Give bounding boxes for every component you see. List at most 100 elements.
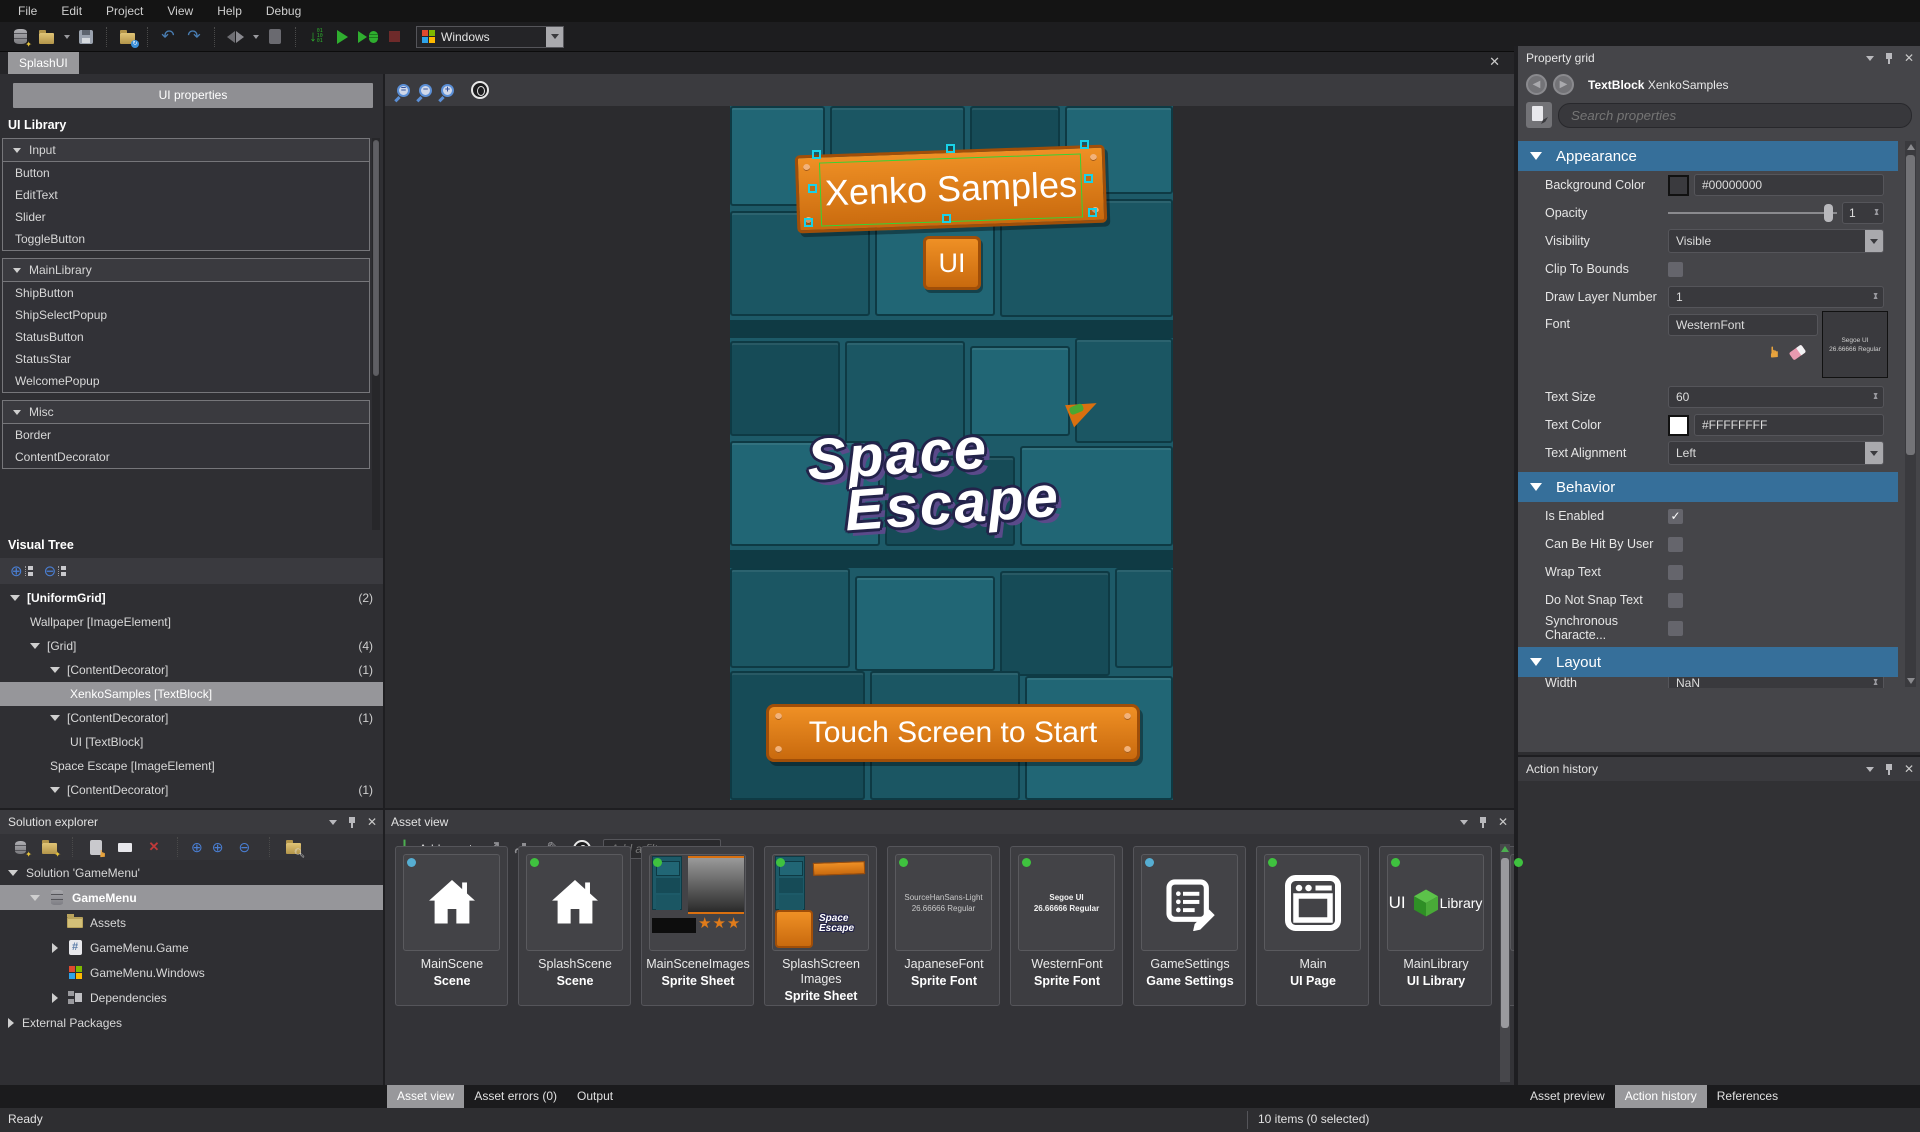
canvas-viewport[interactable]: Xenko Samples UI Space Escape Touch Scre… bbox=[383, 106, 1514, 808]
tab-splashui[interactable]: SplashUI bbox=[8, 52, 79, 74]
asset-tile[interactable]: ★★★ MainSceneImages Sprite Sheet bbox=[641, 846, 754, 1006]
nav-back-icon[interactable]: ◀ bbox=[1526, 74, 1547, 95]
new-project-icon[interactable]: ✦ bbox=[10, 27, 32, 48]
chevron-down-icon[interactable] bbox=[1865, 230, 1883, 252]
menu-help[interactable]: Help bbox=[205, 0, 254, 22]
section-behavior[interactable]: Behavior bbox=[1518, 472, 1898, 502]
solution-row[interactable]: # GameMenu.Game bbox=[0, 935, 383, 960]
library-group-header[interactable]: MainLibrary bbox=[3, 259, 369, 282]
pin-icon[interactable] bbox=[1885, 763, 1893, 775]
text-alignment-dropdown[interactable]: Left bbox=[1668, 441, 1884, 465]
tab-asset-preview[interactable]: Asset preview bbox=[1520, 1085, 1615, 1108]
close-icon[interactable]: ✕ bbox=[367, 816, 377, 828]
visual-tree-row[interactable]: [ContentDecorator] (1) bbox=[0, 706, 383, 730]
new-folder-icon[interactable]: ✦ bbox=[39, 837, 61, 859]
zoom-fit-icon[interactable]: = bbox=[397, 83, 410, 97]
tab-asset-errors-0-[interactable]: Asset errors (0) bbox=[464, 1085, 567, 1108]
expand-tree-icon[interactable]: ⊕ bbox=[191, 839, 203, 856]
opacity-value[interactable]: 1 bbox=[1842, 202, 1884, 224]
font-field[interactable]: WesternFont bbox=[1668, 314, 1818, 336]
panel-menu-icon[interactable] bbox=[328, 819, 337, 825]
run-icon[interactable] bbox=[332, 27, 352, 47]
library-item-contentdecorator[interactable]: ContentDecorator bbox=[3, 446, 369, 468]
visual-tree-row[interactable]: [ContentDecorator] (1) bbox=[0, 658, 383, 682]
opacity-slider[interactable] bbox=[1668, 202, 1837, 224]
section-appearance[interactable]: Appearance bbox=[1518, 141, 1898, 171]
chevron-down-icon[interactable] bbox=[1865, 442, 1883, 464]
collapse-all-icon[interactable]: ⊖ bbox=[44, 562, 67, 580]
platform-select[interactable]: Windows bbox=[416, 25, 564, 48]
tab-action-history[interactable]: Action history bbox=[1614, 1085, 1707, 1108]
library-item-welcomepopup[interactable]: WelcomePopup bbox=[3, 370, 369, 392]
visual-tree-row[interactable]: [ContentDecorator] (1) bbox=[0, 778, 383, 802]
ui-properties-button[interactable]: UI properties bbox=[13, 83, 373, 108]
zoom-out-icon[interactable]: − bbox=[419, 83, 432, 97]
text-color-field[interactable]: #FFFFFFFF bbox=[1694, 414, 1884, 436]
expand-files-icon[interactable]: ⊕ bbox=[212, 839, 230, 856]
xenko-dropdown-icon[interactable] bbox=[253, 34, 259, 39]
pin-icon[interactable] bbox=[1479, 816, 1487, 828]
property-grid-scrollbar[interactable] bbox=[1905, 141, 1916, 687]
expander-icon[interactable] bbox=[8, 1017, 14, 1028]
color-swatch[interactable] bbox=[1668, 414, 1689, 436]
new-project-icon[interactable]: ✦ bbox=[10, 837, 32, 859]
solution-row[interactable]: External Packages bbox=[0, 1010, 383, 1035]
visual-tree-row[interactable]: [UniformGrid] (2) bbox=[0, 586, 383, 610]
background-color-field[interactable]: #00000000 bbox=[1694, 174, 1884, 196]
panel-menu-icon[interactable] bbox=[1865, 766, 1874, 772]
synchronous-checkbox[interactable] bbox=[1668, 620, 1683, 636]
space-escape-logo[interactable]: Space Escape bbox=[778, 393, 1127, 575]
solution-row[interactable]: GameMenu bbox=[0, 885, 383, 910]
asset-tile[interactable]: MainScene Scene bbox=[395, 846, 508, 1006]
menu-file[interactable]: File bbox=[6, 0, 49, 22]
debug-icon[interactable] bbox=[358, 27, 378, 47]
pin-icon[interactable] bbox=[348, 816, 356, 828]
delete-icon[interactable]: ✕ bbox=[144, 837, 164, 857]
asset-tile[interactable]: SplashScene Scene bbox=[518, 846, 631, 1006]
asset-tile[interactable]: Main UI Page bbox=[1256, 846, 1369, 1006]
library-item-button[interactable]: Button bbox=[3, 162, 369, 184]
properties-icon[interactable] bbox=[115, 837, 135, 857]
zoom-in-icon[interactable]: + bbox=[441, 83, 454, 97]
build-icon[interactable]: ↓ 01 10 01 bbox=[306, 27, 326, 47]
solution-row[interactable]: Dependencies bbox=[0, 985, 383, 1010]
visibility-toggle-icon[interactable] bbox=[471, 81, 489, 99]
close-icon[interactable]: ✕ bbox=[1904, 52, 1914, 64]
expander-icon[interactable] bbox=[50, 715, 60, 721]
can-be-hit-checkbox[interactable] bbox=[1668, 536, 1683, 552]
visual-tree-row[interactable]: Space Escape [ImageElement] bbox=[0, 754, 383, 778]
panel-menu-icon[interactable] bbox=[1459, 819, 1468, 825]
xenko-logo-icon[interactable] bbox=[225, 27, 245, 47]
section-layout[interactable]: Layout bbox=[1518, 647, 1898, 677]
library-item-togglebutton[interactable]: ToggleButton bbox=[3, 228, 369, 250]
expand-all-icon[interactable]: ⊕ bbox=[10, 562, 33, 580]
menu-debug[interactable]: Debug bbox=[254, 0, 313, 22]
width-field[interactable]: NaN bbox=[1668, 677, 1884, 688]
library-item-edittext[interactable]: EditText bbox=[3, 184, 369, 206]
library-item-border[interactable]: Border bbox=[3, 424, 369, 446]
asset-tile[interactable]: SourceHanSans-Light 26.66666 Regular Japan… bbox=[887, 846, 1000, 1006]
visual-tree-row[interactable]: XenkoSamples [TextBlock] bbox=[0, 682, 383, 706]
is-enabled-checkbox[interactable] bbox=[1668, 508, 1683, 524]
solution-row[interactable]: Assets bbox=[0, 910, 383, 935]
document-close-icon[interactable]: ✕ bbox=[1489, 54, 1500, 70]
wrap-text-checkbox[interactable] bbox=[1668, 564, 1683, 580]
menu-edit[interactable]: Edit bbox=[49, 0, 94, 22]
asset-tile[interactable]: Space Escape SplashScreen Images Sprite She… bbox=[764, 846, 877, 1006]
text-size-field[interactable]: 60 bbox=[1668, 386, 1884, 408]
visual-tree-row[interactable]: UI [TextBlock] bbox=[0, 730, 383, 754]
explore-folder-icon[interactable]: 🔍︎ bbox=[283, 837, 305, 858]
color-swatch[interactable] bbox=[1668, 174, 1689, 196]
asset-grid-scrollbar[interactable] bbox=[1500, 844, 1510, 1082]
property-search-input[interactable] bbox=[1558, 102, 1912, 128]
library-item-shipbutton[interactable]: ShipButton bbox=[3, 282, 369, 304]
platform-dropdown-icon[interactable] bbox=[546, 26, 563, 47]
visibility-dropdown[interactable]: Visible bbox=[1668, 229, 1884, 253]
open-dropdown-icon[interactable] bbox=[64, 34, 70, 39]
eraser-icon[interactable] bbox=[1789, 344, 1807, 360]
solution-row[interactable]: GameMenu.Windows bbox=[0, 960, 383, 985]
expander-icon[interactable] bbox=[30, 643, 40, 649]
draw-layer-field[interactable]: 1 bbox=[1668, 286, 1884, 308]
pin-icon[interactable] bbox=[1885, 52, 1893, 64]
expander-icon[interactable] bbox=[52, 942, 58, 953]
